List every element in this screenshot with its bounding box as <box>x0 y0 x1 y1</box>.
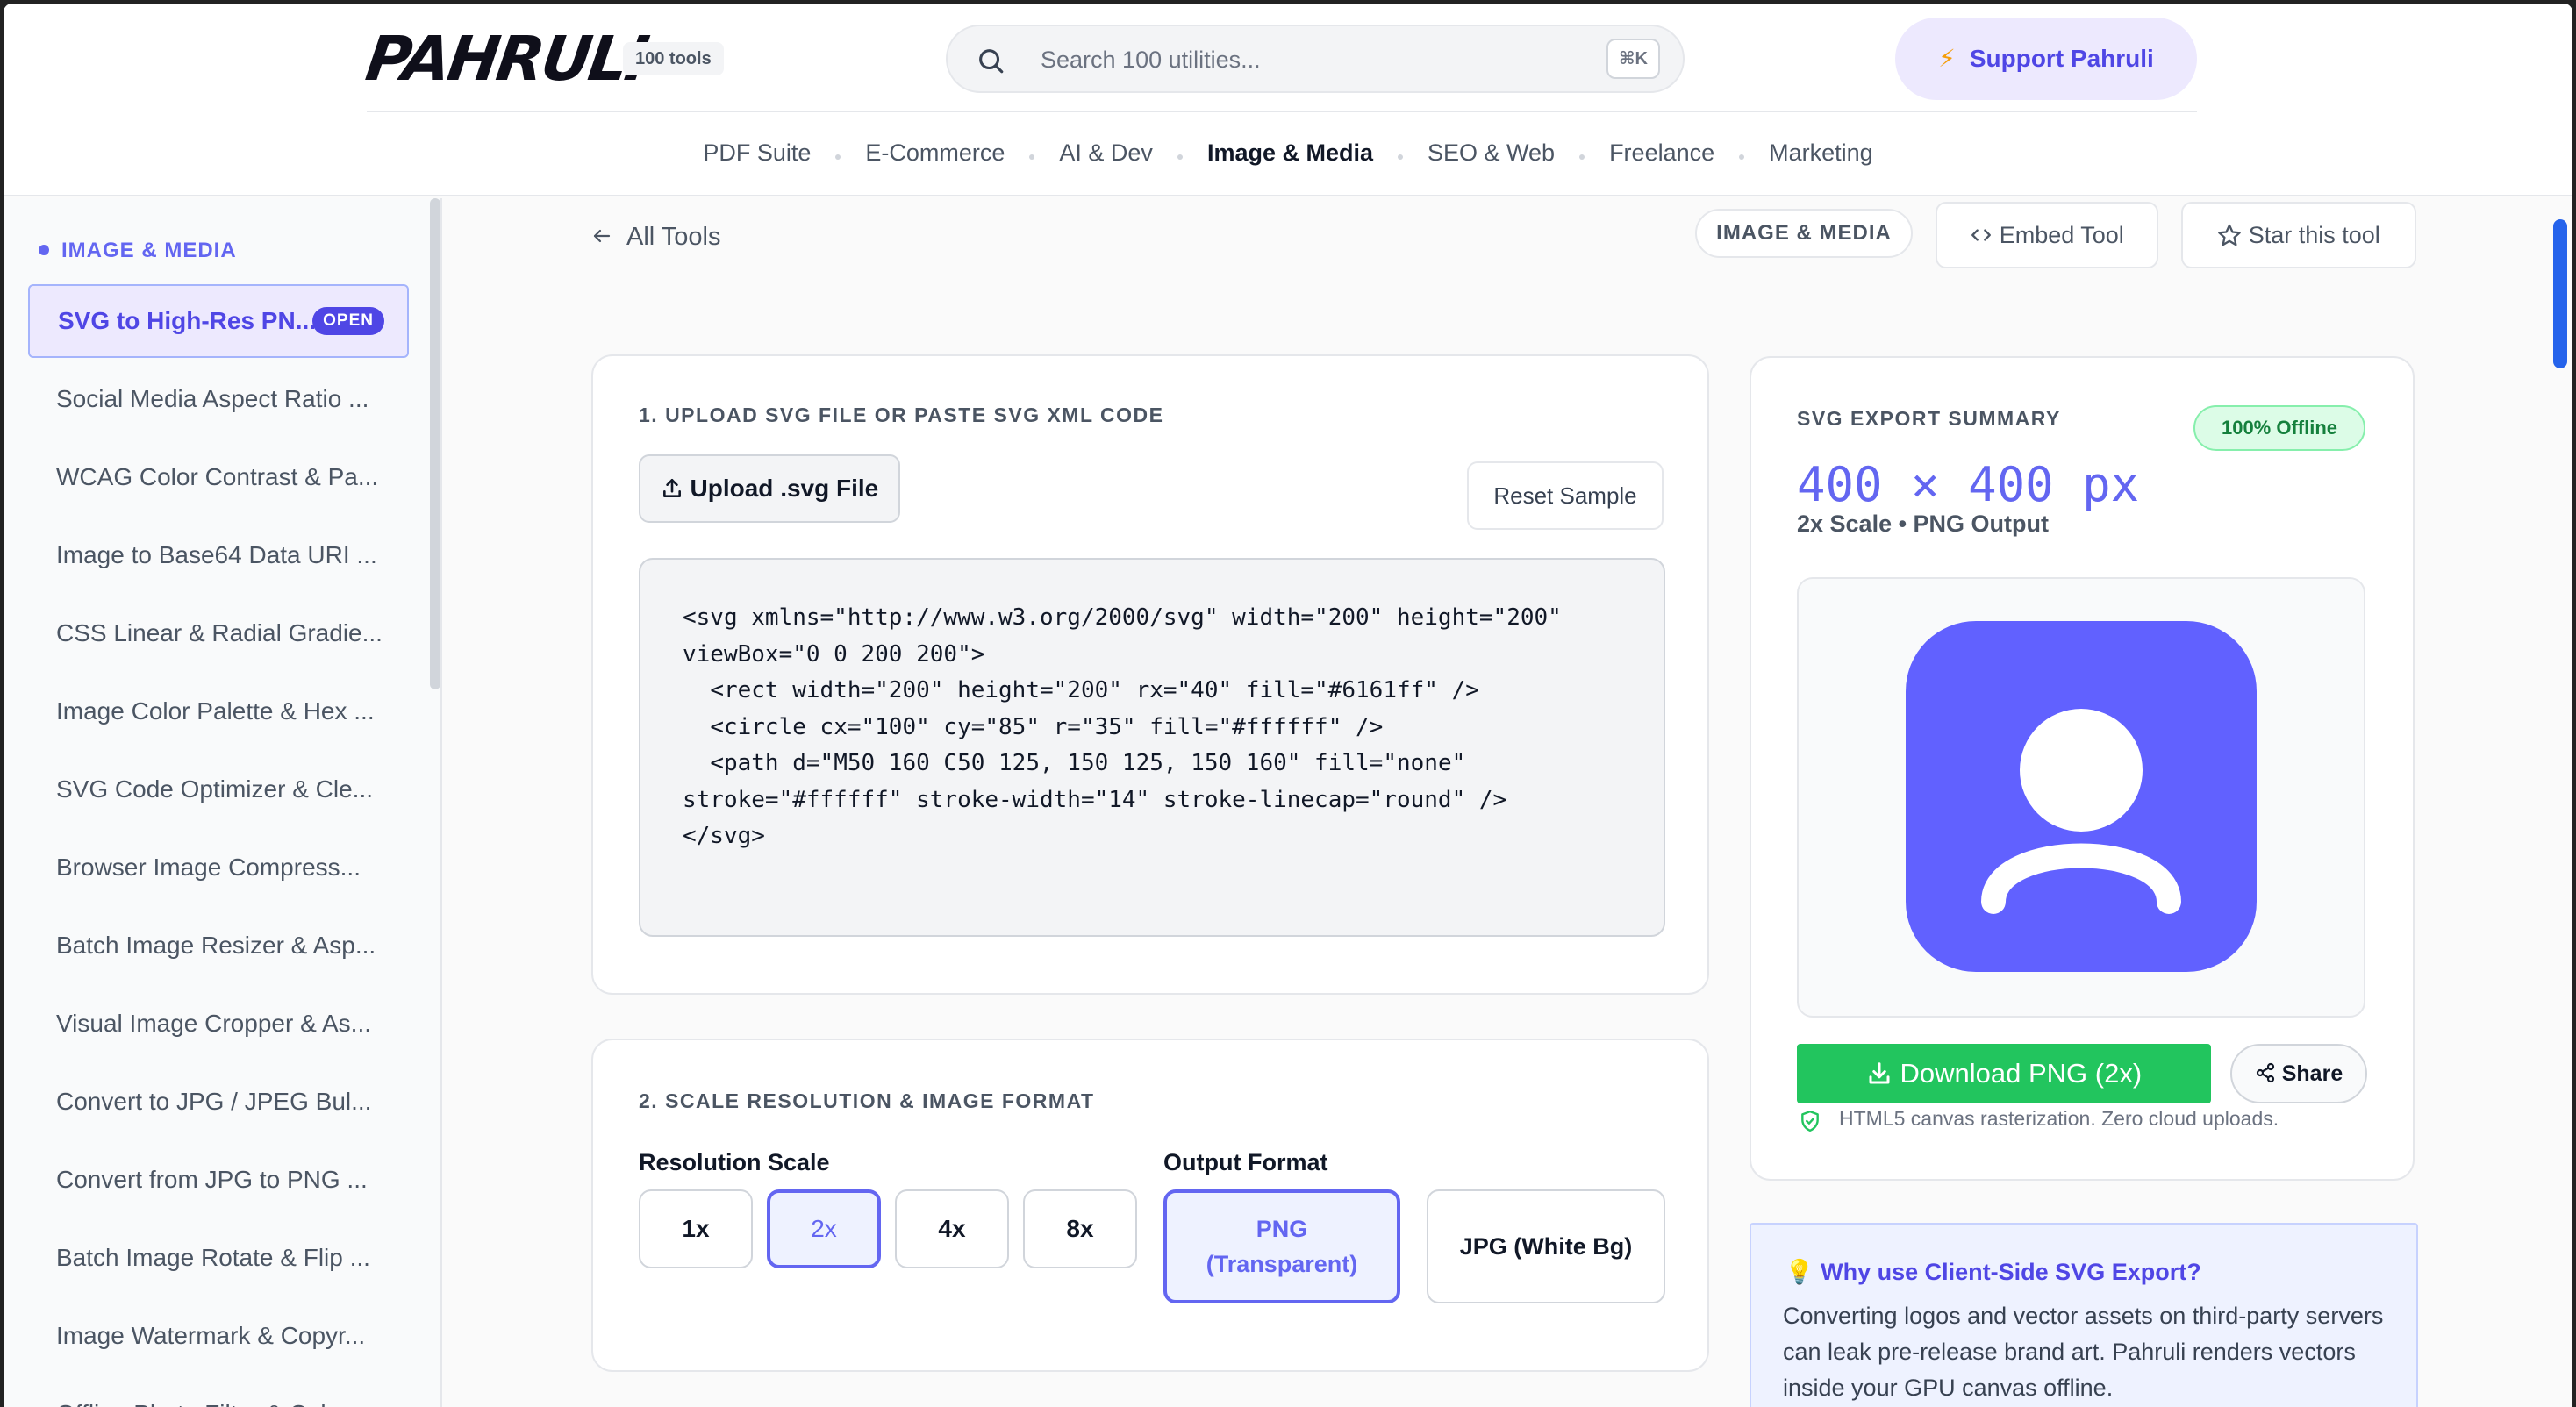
download-png-button[interactable]: Download PNG (2x) <box>1797 1044 2211 1103</box>
sidebar-item-svg-to-png[interactable]: SVG to High-Res PN... OPEN <box>28 284 409 358</box>
sidebar-list: SVG to High-Res PN... OPEN Social Media A… <box>28 284 409 1407</box>
nav-marketing[interactable]: Marketing <box>1769 132 1873 174</box>
upload-svg-label: Upload .svg File <box>690 475 879 502</box>
nav-separator <box>1739 154 1745 160</box>
reset-sample-button[interactable]: Reset Sample <box>1467 461 1664 530</box>
search-icon <box>979 49 1004 74</box>
scale-card-title: 2. SCALE RESOLUTION & IMAGE FORMAT <box>639 1089 1095 1112</box>
all-tools-label: All Tools <box>626 223 721 251</box>
svg-code-textarea[interactable]: <svg xmlns="http://www.w3.org/2000/svg" … <box>639 558 1665 937</box>
nav-separator <box>835 154 841 160</box>
sidebar-item-svg-optimizer[interactable]: SVG Code Optimizer & Cle... <box>28 753 409 831</box>
nav-e-commerce[interactable]: E-Commerce <box>865 132 1005 174</box>
nav-image-media[interactable]: Image & Media <box>1207 132 1373 174</box>
lightning-icon: ⚡ <box>1938 45 1956 72</box>
why-body: Converting logos and vector assets on th… <box>1783 1303 2384 1401</box>
sidebar-heading-label: IMAGE & MEDIA <box>61 239 237 262</box>
sidebar-item-label: SVG to High-Res PN... <box>58 307 317 334</box>
category-nav: PDF Suite E-Commerce AI & Dev Image & Media… <box>4 132 2572 174</box>
export-summary-card: SVG EXPORT SUMMARY 100% Offline 400 × 40… <box>1750 356 2415 1181</box>
lightbulb-icon: 💡 <box>1785 1259 1814 1285</box>
page-scrollbar[interactable] <box>2553 219 2567 368</box>
privacy-note: HTML5 canvas rasterization. Zero cloud u… <box>1839 1107 2279 1130</box>
nav-separator <box>1398 154 1403 160</box>
code-icon <box>1970 222 1993 248</box>
sidebar-item-wcag-contrast[interactable]: WCAG Color Contrast & Pa... <box>28 440 409 518</box>
output-format-label: Output Format <box>1163 1149 1328 1175</box>
svg-preview <box>1797 577 2365 1018</box>
scale-2x-button[interactable]: 2x <box>767 1189 881 1268</box>
sidebar-item-image-compress[interactable]: Browser Image Compress... <box>28 831 409 909</box>
nav-pdf-suite[interactable]: PDF Suite <box>703 132 811 174</box>
logo[interactable]: PAHRULI <box>361 23 651 95</box>
tools-count-badge: 100 tools <box>623 42 724 75</box>
nav-separator <box>1177 154 1183 160</box>
nav-ai-dev[interactable]: AI & Dev <box>1059 132 1153 174</box>
sidebar-item-social-media-aspect[interactable]: Social Media Aspect Ratio ... <box>28 362 409 440</box>
arrow-left-icon <box>591 223 612 251</box>
sidebar-item-batch-resizer[interactable]: Batch Image Resizer & Asp... <box>28 909 409 987</box>
nav-freelance[interactable]: Freelance <box>1609 132 1714 174</box>
offline-badge: 100% Offline <box>2193 405 2365 451</box>
sidebar-item-photo-filter[interactable]: Offline Photo Filter & Col... <box>28 1377 409 1407</box>
why-title: 💡 Why use Client-Side SVG Export? <box>1785 1258 2201 1286</box>
scale-1x-button[interactable]: 1x <box>639 1189 753 1268</box>
sidebar-item-convert-to-jpg[interactable]: Convert to JPG / JPEG Bul... <box>28 1065 409 1143</box>
nav-seo-web[interactable]: SEO & Web <box>1428 132 1555 174</box>
star-icon <box>2217 222 2242 248</box>
sidebar-heading: IMAGE & MEDIA <box>39 239 237 263</box>
scale-8x-button[interactable]: 8x <box>1023 1189 1137 1268</box>
scale-format-card: 2. SCALE RESOLUTION & IMAGE FORMAT Resol… <box>591 1039 1709 1372</box>
output-dimensions: 400 × 400 px <box>1797 457 2140 512</box>
support-button[interactable]: ⚡ Support Pahruli <box>1895 18 2197 100</box>
header-divider <box>367 111 2197 112</box>
open-badge: OPEN <box>312 307 384 335</box>
sidebar-item-css-gradient[interactable]: CSS Linear & Radial Gradie... <box>28 596 409 675</box>
scale-4x-button[interactable]: 4x <box>895 1189 1009 1268</box>
embed-tool-button[interactable]: Embed Tool <box>1936 202 2158 268</box>
logo-text: PAHRULI <box>361 23 651 95</box>
support-label: Support Pahruli <box>1969 45 2154 72</box>
upload-icon <box>661 475 683 502</box>
star-tool-button[interactable]: Star this tool <box>2181 202 2416 268</box>
upload-card: 1. UPLOAD SVG FILE OR PASTE SVG XML CODE… <box>591 354 1709 995</box>
summary-title: SVG EXPORT SUMMARY <box>1797 407 2061 430</box>
why-title-text: Why use Client-Side SVG Export? <box>1821 1259 2201 1285</box>
sidebar-scrollbar[interactable] <box>430 198 440 689</box>
sidebar-item-rotate-flip[interactable]: Batch Image Rotate & Flip ... <box>28 1221 409 1299</box>
search-bar[interactable]: ⌘K <box>946 25 1685 93</box>
star-tool-label: Star this tool <box>2248 222 2380 248</box>
category-pill: IMAGE & MEDIA <box>1695 209 1913 258</box>
all-tools-link[interactable]: All Tools <box>591 219 720 254</box>
nav-separator <box>1029 154 1035 160</box>
share-label: Share <box>2281 1061 2343 1086</box>
shield-check-icon <box>1801 1110 1819 1132</box>
share-icon <box>2255 1061 2276 1086</box>
main-content: All Tools IMAGE & MEDIA Embed Tool Star … <box>444 198 2572 1407</box>
embed-tool-label: Embed Tool <box>1999 222 2124 248</box>
bullet-dot <box>39 244 49 255</box>
tools-sidebar: IMAGE & MEDIA SVG to High-Res PN... OPEN … <box>4 198 442 1407</box>
why-client-side-card: 💡 Why use Client-Side SVG Export? Conver… <box>1750 1223 2418 1407</box>
sidebar-item-color-palette[interactable]: Image Color Palette & Hex ... <box>28 675 409 753</box>
share-button[interactable]: Share <box>2230 1044 2367 1103</box>
download-label: Download PNG (2x) <box>1900 1058 2143 1089</box>
scale-output-text: 2x Scale • PNG Output <box>1797 511 2050 537</box>
resolution-scale-label: Resolution Scale <box>639 1149 830 1175</box>
download-icon <box>1866 1058 1893 1089</box>
format-png-button[interactable]: PNG (Transparent) <box>1163 1189 1400 1303</box>
preview-image <box>1906 621 2257 972</box>
sidebar-item-base64[interactable]: Image to Base64 Data URI ... <box>28 518 409 596</box>
upload-card-title: 1. UPLOAD SVG FILE OR PASTE SVG XML CODE <box>639 404 1164 426</box>
nav-separator <box>1579 154 1585 160</box>
browser-window: PAHRULI 100 tools ⌘K ⚡ Support Pahruli PD… <box>4 4 2572 1407</box>
search-input[interactable] <box>1041 40 1567 79</box>
sidebar-item-watermark[interactable]: Image Watermark & Copyr... <box>28 1299 409 1377</box>
search-shortcut: ⌘K <box>1606 39 1660 79</box>
sidebar-item-image-cropper[interactable]: Visual Image Cropper & As... <box>28 987 409 1065</box>
site-header: PAHRULI 100 tools ⌘K ⚡ Support Pahruli PD… <box>4 4 2572 196</box>
format-jpg-button[interactable]: JPG (White Bg) <box>1427 1189 1665 1303</box>
upload-svg-button[interactable]: Upload .svg File <box>639 454 900 523</box>
sidebar-item-jpg-to-png[interactable]: Convert from JPG to PNG ... <box>28 1143 409 1221</box>
